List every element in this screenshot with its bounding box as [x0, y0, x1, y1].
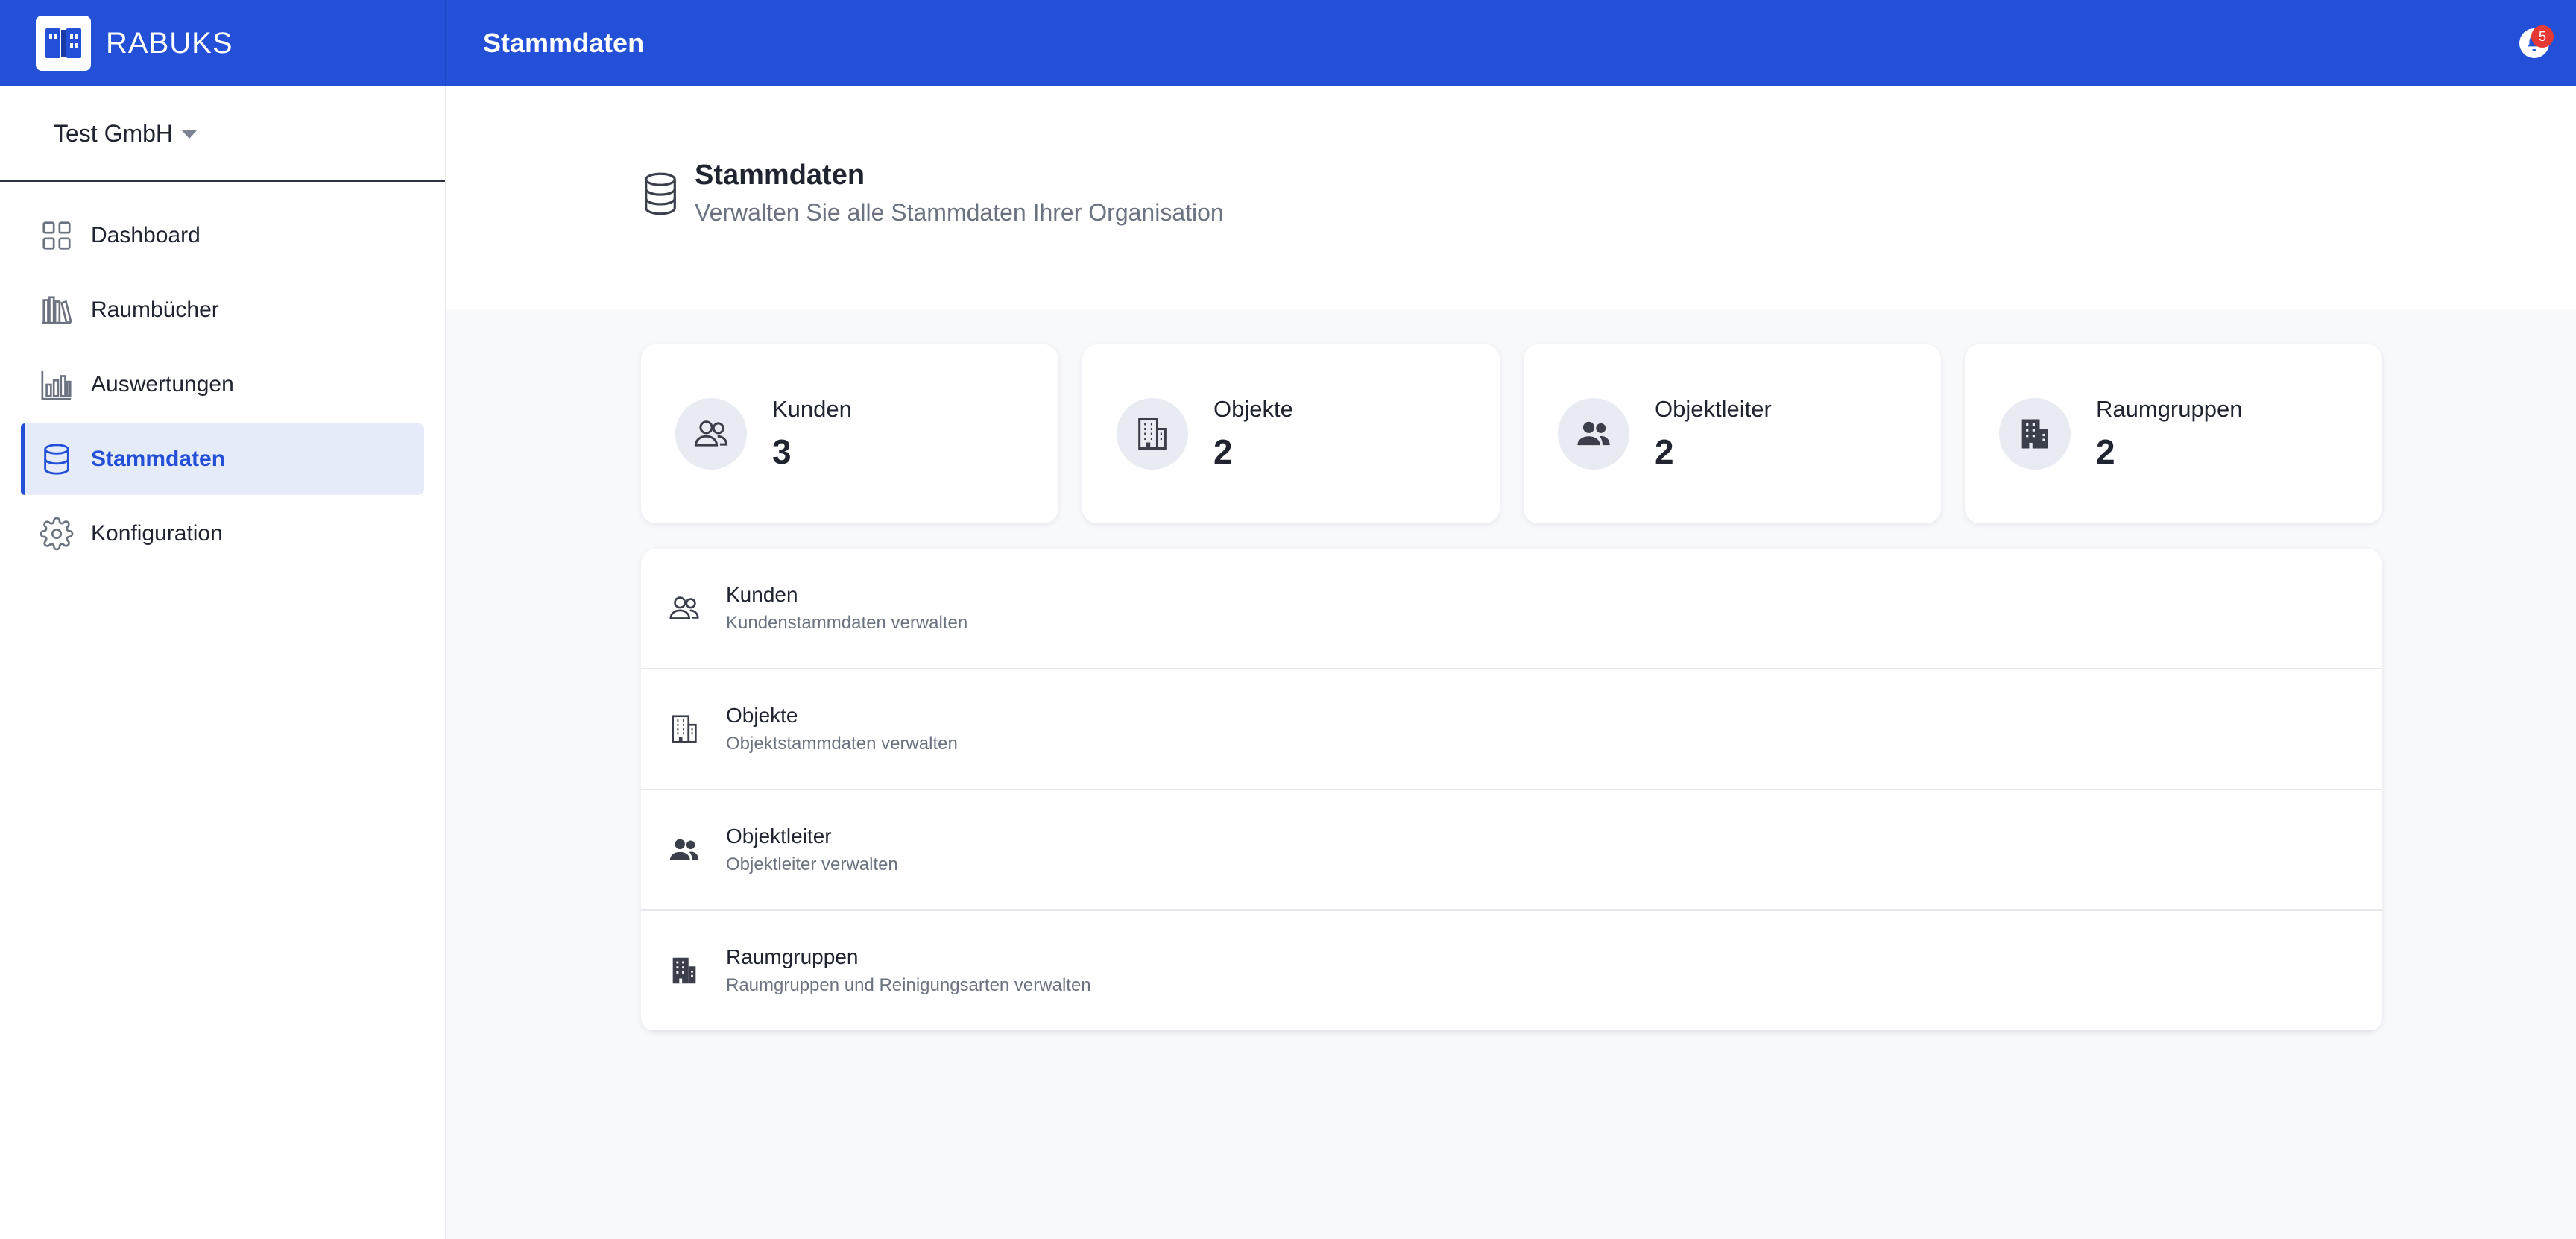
sidebar: Test GmbH Dashboard Raumbücher Auswertun… — [0, 86, 446, 1239]
users-outline-icon — [666, 590, 702, 626]
page-title: Stammdaten — [695, 160, 865, 191]
stat-card-objektleiter[interactable]: Objektleiter 2 — [1524, 344, 1941, 523]
list-item-raumgruppen[interactable]: Raumgruppen Raumgruppen und Reinigungsar… — [641, 911, 2382, 1032]
brand-name: RABUKS — [106, 26, 233, 60]
sidebar-nav: Dashboard Raumbücher Auswertungen Stammd… — [0, 182, 445, 570]
stat-value: 2 — [1213, 432, 1233, 471]
dashboard-grid-icon — [39, 218, 75, 253]
stat-label: Objektleiter — [1655, 396, 1772, 422]
sidebar-item-label: Raumbücher — [91, 297, 219, 322]
database-icon — [641, 171, 680, 216]
sidebar-item-dashboard[interactable]: Dashboard — [21, 200, 424, 271]
sidebar-item-label: Auswertungen — [91, 372, 234, 397]
stat-value: 3 — [772, 432, 792, 471]
list-item-subtitle: Objektleiter verwalten — [726, 854, 898, 874]
users-filled-icon — [1558, 398, 1629, 470]
sidebar-item-konfiguration[interactable]: Konfiguration — [21, 498, 424, 570]
sidebar-item-label: Stammdaten — [91, 447, 226, 471]
main-content: Stammdaten Verwalten Sie alle Stammdaten… — [446, 86, 2576, 1239]
stat-label: Raumgruppen — [2096, 396, 2243, 422]
stat-value: 2 — [2096, 432, 2115, 471]
list-item-subtitle: Kundenstammdaten verwalten — [726, 613, 968, 633]
sidebar-item-label: Dashboard — [91, 223, 201, 248]
sidebar-item-auswertungen[interactable]: Auswertungen — [21, 349, 424, 420]
database-icon — [39, 441, 75, 477]
list-item-title: Objekte — [726, 704, 798, 727]
sidebar-item-raumbuecher[interactable]: Raumbücher — [21, 274, 424, 346]
list-item-title: Objektleiter — [726, 825, 832, 848]
list-item-objekte[interactable]: Objekte Objektstammdaten verwalten — [641, 669, 2382, 790]
stat-label: Objekte — [1213, 396, 1293, 422]
logo-book-icon — [36, 16, 91, 71]
brand[interactable]: RABUKS — [0, 0, 446, 86]
list-item-kunden[interactable]: Kunden Kundenstammdaten verwalten — [641, 549, 2382, 669]
sidebar-item-label: Konfiguration — [91, 521, 223, 546]
building-outline-icon — [1117, 398, 1188, 470]
top-app-bar: RABUKS Stammdaten 5 — [0, 0, 2576, 86]
page-header: Stammdaten Verwalten Sie alle Stammdaten… — [446, 86, 2576, 309]
users-outline-icon — [675, 398, 747, 470]
notification-badge: 5 — [2531, 25, 2554, 48]
building-filled-icon — [666, 953, 702, 989]
stat-card-kunden[interactable]: Kunden 3 — [641, 344, 1058, 523]
gear-icon — [39, 516, 75, 552]
page-subtitle: Verwalten Sie alle Stammdaten Ihrer Orga… — [695, 199, 1224, 226]
users-filled-icon — [666, 832, 702, 868]
building-outline-icon — [666, 711, 702, 747]
list-item-subtitle: Objektstammdaten verwalten — [726, 734, 958, 754]
stats-row: Kunden 3 Objekte 2 Objektleiter 2 Raumgr… — [641, 344, 2382, 523]
list-item-title: Kunden — [726, 583, 798, 606]
stat-card-raumgruppen[interactable]: Raumgruppen 2 — [1965, 344, 2382, 523]
sidebar-item-stammdaten[interactable]: Stammdaten — [21, 423, 424, 495]
master-data-list: Kunden Kundenstammdaten verwalten Objekt… — [641, 549, 2382, 1032]
notifications-button[interactable]: 5 — [2519, 25, 2554, 58]
list-item-title: Raumgruppen — [726, 945, 859, 968]
topbar-page-title: Stammdaten — [483, 28, 645, 58]
org-selector[interactable]: Test GmbH — [0, 86, 445, 182]
building-filled-icon — [1999, 398, 2071, 470]
bar-chart-icon — [39, 367, 75, 403]
stat-card-objekte[interactable]: Objekte 2 — [1082, 344, 1500, 523]
stat-value: 2 — [1655, 432, 1674, 471]
org-name: Test GmbH — [54, 119, 174, 147]
caret-down-icon — [182, 130, 198, 139]
books-icon — [39, 292, 75, 328]
list-item-objektleiter[interactable]: Objektleiter Objektleiter verwalten — [641, 790, 2382, 911]
stat-label: Kunden — [772, 396, 852, 422]
list-item-subtitle: Raumgruppen und Reinigungsarten verwalte… — [726, 975, 1091, 995]
